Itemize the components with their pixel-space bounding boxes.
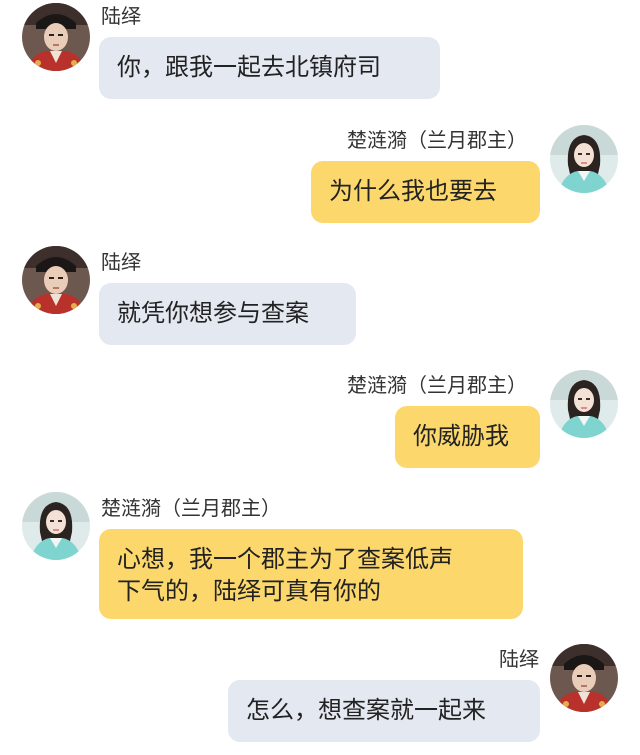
message-row: 陆绎 你，跟我一起去北镇府司 xyxy=(0,0,640,105)
avatar-lu-yi-icon[interactable] xyxy=(22,246,90,314)
sender-name: 楚涟漪（兰月郡主） xyxy=(347,128,527,152)
message-text-line: 心想，我一个郡主为了查案低声 xyxy=(117,545,453,573)
avatar-chu-lianyi-icon[interactable] xyxy=(22,492,90,560)
message-row: 陆绎 就凭你想参与查案 xyxy=(0,243,640,353)
sender-name: 楚涟漪（兰月郡主） xyxy=(101,496,281,520)
avatar-lu-yi-icon[interactable] xyxy=(22,3,90,71)
avatar-lu-yi-icon[interactable] xyxy=(550,644,618,712)
message-row: 陆绎 怎么，想查案就一起来 xyxy=(0,640,640,750)
message-row: 楚涟漪（兰月郡主） 为什么我也要去 xyxy=(0,120,640,230)
message-row: 楚涟漪（兰月郡主） 心想，我一个郡主为了查案低声 下气的，陆绎可真有你的 xyxy=(0,488,640,623)
sender-name: 陆绎 xyxy=(499,647,539,671)
avatar-chu-lianyi-icon[interactable] xyxy=(550,370,618,438)
message-bubble[interactable]: 为什么我也要去 xyxy=(311,161,540,223)
message-text-line: 下气的，陆绎可真有你的 xyxy=(117,577,381,605)
message-bubble[interactable]: 心想，我一个郡主为了查案低声 下气的，陆绎可真有你的 xyxy=(99,529,523,619)
avatar-chu-lianyi-icon[interactable] xyxy=(550,125,618,193)
message-bubble[interactable]: 就凭你想参与查案 xyxy=(99,283,356,345)
message-row: 楚涟漪（兰月郡主） 你威胁我 xyxy=(0,365,640,475)
sender-name: 楚涟漪（兰月郡主） xyxy=(347,373,527,397)
message-bubble[interactable]: 怎么，想查案就一起来 xyxy=(228,680,540,742)
sender-name: 陆绎 xyxy=(101,4,141,28)
message-bubble[interactable]: 你威胁我 xyxy=(395,406,540,468)
sender-name: 陆绎 xyxy=(101,250,141,274)
message-bubble[interactable]: 你，跟我一起去北镇府司 xyxy=(99,37,440,99)
